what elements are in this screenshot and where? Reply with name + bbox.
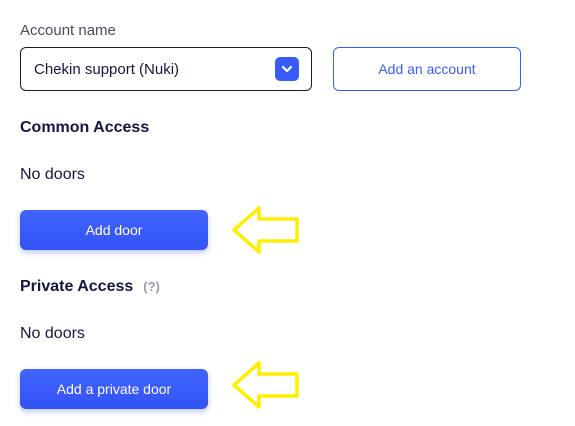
common-access-empty-text: No doors (20, 166, 85, 183)
access-settings-panel: Account name Chekin support (Nuki) Add a… (0, 0, 575, 426)
left-arrow-outline-icon (232, 361, 299, 409)
private-access-empty-text: No doors (20, 325, 85, 342)
left-arrow-outline-icon (232, 206, 299, 254)
private-access-heading: Private Access (?) (20, 278, 160, 296)
add-private-door-button[interactable]: Add a private door (20, 369, 208, 409)
private-access-heading-text: Private Access (20, 278, 134, 295)
account-select[interactable]: Chekin support (Nuki) (20, 47, 312, 91)
common-access-heading: Common Access (20, 119, 150, 136)
add-door-button[interactable]: Add door (20, 210, 208, 250)
account-select-value: Chekin support (Nuki) (34, 60, 180, 78)
chevron-down-icon[interactable] (275, 57, 299, 81)
account-name-label: Account name (20, 22, 116, 39)
help-hint[interactable]: (?) (143, 279, 160, 294)
add-account-button[interactable]: Add an account (333, 47, 521, 91)
